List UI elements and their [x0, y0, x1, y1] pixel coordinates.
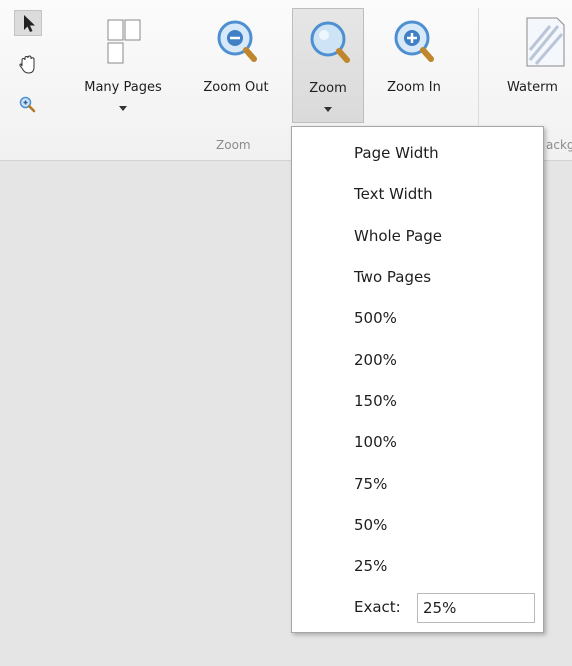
zoom-label: Zoom [309, 81, 347, 96]
zoom-out-button[interactable]: Zoom Out [190, 8, 282, 123]
zoom-button[interactable]: Zoom [292, 8, 364, 123]
pointer-tool[interactable] [14, 10, 42, 36]
chevron-down-icon [324, 107, 332, 112]
zoom-out-icon [217, 20, 257, 62]
many-pages-label: Many Pages [84, 80, 162, 95]
menu-item-200[interactable]: 200% [354, 351, 397, 369]
hand-icon [19, 55, 35, 74]
hand-tool[interactable] [14, 52, 42, 78]
menu-item-two-pages[interactable]: Two Pages [354, 268, 431, 286]
chevron-down-icon [119, 106, 127, 111]
many-pages-icon [107, 19, 141, 64]
zoom-tool-icon [19, 96, 36, 113]
zoom-dropdown-menu: Page Width Text Width Whole Page Two Pag… [291, 126, 544, 633]
watermark-button[interactable]: Waterm [500, 8, 572, 123]
zoom-tool[interactable] [14, 92, 42, 118]
zoom-in-icon [394, 20, 434, 62]
menu-item-25[interactable]: 25% [354, 557, 387, 575]
zoom-in-label: Zoom In [387, 80, 441, 95]
watermark-icon [526, 17, 565, 67]
menu-item-text-width[interactable]: Text Width [354, 185, 433, 203]
menu-item-whole-page[interactable]: Whole Page [354, 227, 442, 245]
menu-item-500[interactable]: 500% [354, 309, 397, 327]
menu-item-100[interactable]: 100% [354, 433, 397, 451]
menu-item-75[interactable]: 75% [354, 475, 387, 493]
watermark-label: Waterm [507, 80, 558, 95]
menu-item-50[interactable]: 50% [354, 516, 387, 534]
exact-zoom-label: Exact: [354, 598, 401, 616]
zoom-out-label: Zoom Out [203, 80, 269, 95]
pointer-icon [24, 15, 35, 32]
menu-item-page-width[interactable]: Page Width [354, 144, 439, 162]
background-group-label: ackg [546, 138, 572, 152]
zoom-in-button[interactable]: Zoom In [372, 8, 456, 123]
menu-item-150[interactable]: 150% [354, 392, 397, 410]
zoom-icon [310, 21, 350, 63]
zoom-group-label: Zoom [216, 138, 251, 152]
many-pages-button[interactable]: Many Pages [70, 8, 176, 123]
exact-zoom-input[interactable] [417, 593, 535, 623]
